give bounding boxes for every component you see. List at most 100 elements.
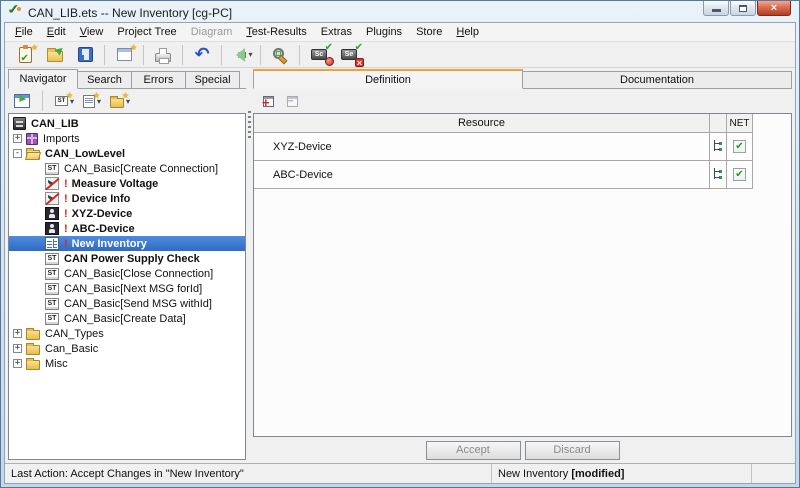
tree-item-label: CAN_Basic[Send MSG withId] [64, 298, 212, 310]
menu-test-results[interactable]: Test-Results [239, 24, 314, 40]
folder-icon [26, 330, 40, 340]
tree-item-can-basic-next-msg-forid[interactable]: ST CAN_Basic[Next MSG forId] [9, 281, 245, 296]
open-suite-icon[interactable] [40, 43, 70, 67]
title-bar[interactable]: CAN_LIB.ets -- New Inventory [cg-PC] × [1, 1, 799, 22]
undo-arrow-glyph: ↶ [194, 48, 209, 62]
sparkle-glyph: ★ [31, 44, 38, 52]
hierarchy-icon [713, 168, 723, 181]
tree-item-can-basic-create-connection[interactable]: STCAN_Basic[Create Connection] [9, 161, 245, 176]
tree-item-imports[interactable]: + Imports [9, 131, 245, 146]
tab-navigator[interactable]: Navigator [8, 69, 78, 89]
menu-help[interactable]: Help [449, 24, 486, 40]
new-folder-icon[interactable]: ★▾ [109, 91, 131, 111]
sparkle-glyph: ★ [130, 44, 137, 52]
tree-item-can-power-supply-check[interactable]: ST CAN Power Supply Check [9, 251, 245, 266]
tree-item-label: Imports [43, 133, 80, 145]
st-icon: ST [45, 163, 59, 175]
menu-view[interactable]: View [73, 24, 111, 40]
toolbar-separator [260, 45, 261, 65]
menu-extras[interactable]: Extras [314, 24, 359, 40]
resource-cell[interactable]: XYZ-Device [254, 133, 709, 160]
tree-item-measure-voltage[interactable]: !Measure Voltage [9, 176, 245, 191]
tree-item-can-lib[interactable]: CAN_LIB [9, 116, 245, 131]
window-bottom-frame [1, 484, 799, 487]
close-button[interactable]: × [757, 1, 791, 16]
hierarchy-cell[interactable] [709, 161, 726, 188]
st-icon: ST [45, 313, 59, 325]
net-checkbox-checked[interactable] [733, 140, 746, 153]
class-browser-icon[interactable] [265, 43, 295, 67]
resource-cell[interactable]: ABC-Device [254, 161, 709, 188]
tree-item-misc[interactable]: + Misc [9, 356, 245, 371]
new-window-icon[interactable]: ★ [109, 43, 139, 67]
add-resource-icon[interactable]: + [258, 91, 275, 111]
tree-item-can-types[interactable]: +CAN_Types [9, 326, 245, 341]
tree-item-abc-device[interactable]: !ABC-Device [9, 221, 245, 236]
navigator-panel: NavigatorSearchErrorsSpecial ST★▾ ★▾ ★▾ CA… [8, 69, 246, 463]
accept-button[interactable]: Accept [426, 441, 521, 460]
navigator-toolbar: ST★▾ ★▾ ★▾ [8, 89, 246, 113]
tree-expander-collapsed[interactable]: + [13, 134, 22, 143]
resource-row-xyz-device[interactable]: XYZ-Device [254, 133, 753, 161]
remove-resource-icon: − [282, 91, 299, 111]
toolbar-separator [182, 45, 183, 65]
tool-icon [45, 192, 59, 205]
save-icon[interactable] [70, 43, 100, 67]
tree-item-can-basic-create-data[interactable]: STCAN_Basic[Create Data] [9, 311, 245, 326]
resource-column-header: Resource [254, 114, 709, 132]
menu-store[interactable]: Store [409, 24, 449, 40]
embed-navigator-icon[interactable] [13, 91, 31, 111]
tree-item-can-basic-send-msg-withid[interactable]: STCAN_Basic[Send MSG withId] [9, 296, 245, 311]
net-checkbox-checked[interactable] [733, 168, 746, 181]
discard-button[interactable]: Discard [525, 441, 620, 460]
folder-open-icon [26, 150, 40, 160]
tree-item-xyz-device[interactable]: !XYZ-Device [9, 206, 245, 221]
new-inventory-icon[interactable]: ★▾ [82, 91, 102, 111]
print-icon[interactable] [148, 43, 178, 67]
status-editor: New Inventory [modified] [492, 464, 751, 483]
tab-documentation[interactable]: Documentation [523, 71, 792, 89]
tree-item-can-lowlevel[interactable]: -CAN_LowLevel [9, 146, 245, 161]
menu-plugins[interactable]: Plugins [359, 24, 409, 40]
tab-definition[interactable]: Definition [253, 69, 523, 89]
tree-expander-expanded[interactable]: - [13, 149, 22, 158]
tree-item-label: CAN Power Supply Check [64, 253, 200, 265]
panel-splitter[interactable] [246, 69, 253, 463]
minus-glyph: − [286, 94, 294, 107]
menu-project-tree[interactable]: Project Tree [110, 24, 183, 40]
toolbar-separator [221, 45, 222, 65]
tree-expander-collapsed[interactable]: + [13, 329, 22, 338]
window-glyph: + [263, 96, 274, 107]
undo-icon[interactable]: ↶ [187, 43, 217, 67]
st-icon: ST [45, 253, 59, 265]
record-dot-glyph [325, 57, 334, 66]
maximize-icon [739, 5, 747, 12]
st-icon: ST [45, 283, 59, 295]
tree-item-new-inventory[interactable]: !New Inventory [9, 236, 245, 251]
suite-check-run-icon[interactable]: Sc✔ [304, 43, 334, 67]
project-tree[interactable]: CAN_LIB+Imports-CAN_LowLevelSTCAN_Basic[… [8, 113, 246, 460]
tab-errors[interactable]: Errors [132, 71, 186, 89]
tab-search[interactable]: Search [78, 71, 132, 89]
resource-row-abc-device[interactable]: ABC-Device [254, 161, 753, 189]
maximize-button[interactable] [730, 1, 756, 16]
minimize-button[interactable] [703, 1, 729, 16]
net-cell [726, 161, 753, 188]
new-testcase-icon[interactable]: ST★▾ [54, 91, 75, 111]
tree-item-can-basic[interactable]: +Can_Basic [9, 341, 245, 356]
tree-item-label: Misc [45, 358, 68, 370]
menu-file[interactable]: File [8, 24, 40, 40]
inventory-icon [45, 237, 59, 250]
tree-expander-collapsed[interactable]: + [13, 344, 22, 353]
tree-item-device-info[interactable]: !Device Info [9, 191, 245, 206]
device-icon [45, 222, 59, 235]
tree-item-can-basic-close-connection[interactable]: STCAN_Basic[Close Connection] [9, 266, 245, 281]
hierarchy-cell[interactable] [709, 133, 726, 160]
tab-special[interactable]: Special [186, 71, 240, 89]
tree-item-label: CAN_Basic[Next MSG forId] [64, 283, 202, 295]
new-suite-icon[interactable]: ★ [10, 43, 40, 67]
menu-edit[interactable]: Edit [40, 24, 73, 40]
suite-check-error-icon[interactable]: Se✔× [334, 43, 364, 67]
back-icon[interactable]: ▾ [226, 43, 256, 67]
tree-expander-collapsed[interactable]: + [13, 359, 22, 368]
